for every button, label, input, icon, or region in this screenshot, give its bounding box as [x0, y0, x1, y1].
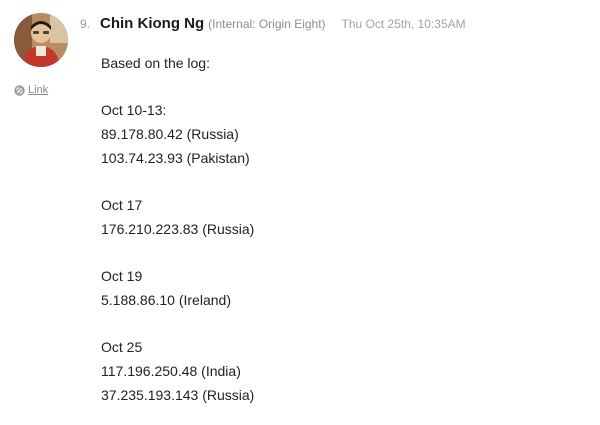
- comment-header: 9. Chin Kiong Ng (Internal: Origin Eight…: [80, 15, 466, 32]
- intro-text: Based on the log:: [101, 55, 210, 71]
- permalink[interactable]: Link: [14, 84, 48, 96]
- log-entry: 103.74.23.93 (Pakistan): [101, 150, 250, 166]
- log-group: Oct 10-13: 89.178.80.42 (Russia) 103.74.…: [101, 98, 254, 170]
- author-name[interactable]: Chin Kiong Ng: [100, 15, 204, 32]
- log-entry: 37.235.193.143 (Russia): [101, 387, 255, 403]
- log-group: Oct 25 117.196.250.48 (India) 37.235.193…: [101, 335, 254, 407]
- log-entry: 117.196.250.48 (India): [101, 363, 241, 379]
- comment-body: Based on the log: Oct 10-13: 89.178.80.4…: [101, 51, 254, 407]
- log-date: Oct 10-13:: [101, 102, 167, 118]
- timestamp: Thu Oct 25th, 10:35AM: [341, 17, 466, 31]
- log-entry: 176.210.223.83 (Russia): [101, 221, 255, 237]
- user-avatar-photo-icon: [14, 13, 68, 67]
- log-entry: 5.188.86.10 (Ireland): [101, 292, 231, 308]
- log-date: Oct 19: [101, 268, 143, 284]
- avatar[interactable]: [14, 13, 68, 67]
- log-group: Oct 19 5.188.86.10 (Ireland): [101, 264, 254, 312]
- comment: Link 9. Chin Kiong Ng (Internal: Origin …: [0, 0, 600, 425]
- log-group: Oct 17 176.210.223.83 (Russia): [101, 193, 254, 241]
- log-entry: 89.178.80.42 (Russia): [101, 126, 239, 142]
- link-label[interactable]: Link: [28, 84, 48, 96]
- log-date: Oct 25: [101, 339, 143, 355]
- link-icon: [14, 84, 25, 96]
- author-org: (Internal: Origin Eight): [208, 17, 326, 31]
- log-date: Oct 17: [101, 197, 143, 213]
- comment-number: 9.: [80, 17, 91, 31]
